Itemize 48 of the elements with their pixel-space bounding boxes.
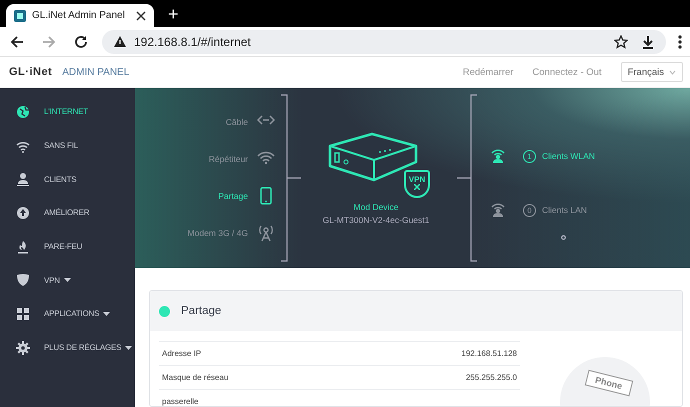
x-icon bbox=[414, 184, 420, 190]
admin-panel-title: ADMIN PANEL bbox=[62, 66, 130, 78]
sidebar-item[interactable]: PLUS DE RÉGLAGES bbox=[0, 330, 135, 364]
device-ssid: GL-MT300N-V2-4ec-Guest1 bbox=[322, 214, 430, 224]
tab-title: GL.iNet Admin Panel bbox=[32, 10, 126, 21]
browser-tab[interactable]: GL.iNet Admin Panel bbox=[6, 4, 154, 27]
small-circle-icon bbox=[561, 235, 566, 240]
menu-icon[interactable] bbox=[678, 34, 682, 48]
new-tab-button[interactable]: + bbox=[164, 4, 183, 25]
antenna-tower-icon bbox=[257, 224, 275, 242]
wired-user-icon bbox=[489, 202, 507, 218]
logo: GL·iNet bbox=[9, 66, 52, 78]
download-icon[interactable] bbox=[642, 34, 654, 48]
close-icon[interactable] bbox=[136, 10, 146, 20]
field-label: Masque de réseau bbox=[162, 373, 228, 382]
grid-icon bbox=[16, 306, 30, 321]
star-icon[interactable] bbox=[614, 34, 628, 48]
up-arrow-circle-icon bbox=[16, 206, 30, 220]
user-icon bbox=[16, 172, 30, 186]
field-value: 192.168.51.128 bbox=[461, 349, 517, 358]
settings-icon bbox=[16, 340, 30, 355]
warning-icon bbox=[114, 36, 126, 47]
flame-icon bbox=[16, 240, 30, 254]
wireless-user-icon bbox=[489, 148, 507, 164]
sidebar-item[interactable]: SANS FIL bbox=[0, 128, 135, 162]
caret-icon bbox=[669, 70, 676, 74]
phone-label: Phone bbox=[584, 370, 633, 396]
back-icon[interactable] bbox=[10, 34, 24, 48]
shield-icon bbox=[16, 273, 30, 288]
url-text: 192.168.8.1/#/internet bbox=[134, 34, 251, 48]
sidebar-item[interactable]: APPLICATIONS bbox=[0, 297, 135, 331]
card-title: Partage bbox=[181, 305, 222, 317]
sidebar-item[interactable]: AMÉLIORER bbox=[0, 196, 135, 230]
sidebar-item[interactable]: CLIENTS bbox=[0, 162, 135, 196]
sidebar-item[interactable]: VPN bbox=[0, 263, 135, 298]
reload-icon[interactable] bbox=[74, 34, 88, 48]
address-bar[interactable]: 192.168.8.1/#/internet bbox=[102, 30, 666, 54]
field-label: Adresse IP bbox=[162, 349, 202, 358]
vpn-shield-badge: VPN bbox=[404, 170, 430, 198]
device-name: Mod Device bbox=[354, 202, 398, 212]
sidebar-item[interactable]: PARE-FEU bbox=[0, 230, 135, 264]
source-option[interactable]: Partage bbox=[165, 186, 275, 204]
favicon-icon bbox=[14, 10, 26, 22]
sidebar-item[interactable]: L'INTERNET bbox=[0, 95, 135, 129]
field-label: passerelle bbox=[162, 397, 198, 406]
language-select[interactable]: Français bbox=[620, 62, 683, 82]
globe-icon bbox=[16, 104, 30, 119]
field-value: 255.255.255.0 bbox=[466, 373, 517, 382]
